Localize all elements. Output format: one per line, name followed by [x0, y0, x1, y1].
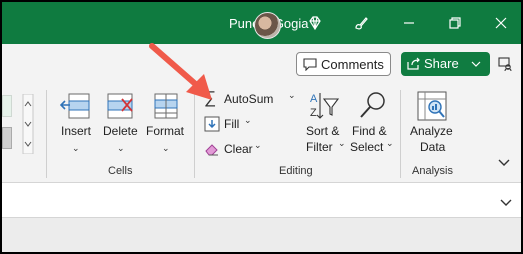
analyze-label-line2: Data	[420, 140, 446, 154]
worksheet-area[interactable]	[2, 218, 521, 252]
fill-icon	[204, 116, 220, 132]
analyze-data-icon	[417, 91, 447, 121]
insert-label: Insert	[61, 124, 92, 138]
clear-caret: ⌄	[254, 140, 262, 150]
collapse-ribbon-icon[interactable]	[498, 159, 510, 167]
comments-label: Comments	[321, 57, 384, 72]
sort-filter-button[interactable]: A Z Sort & Filter ⌄	[302, 88, 346, 160]
brush-icon[interactable]	[353, 15, 369, 31]
sort-filter-icon: A Z	[310, 93, 340, 119]
formula-bar[interactable]	[2, 191, 521, 218]
comments-button[interactable]: Comments	[296, 52, 391, 76]
insert-button[interactable]: Insert ⌄	[56, 88, 96, 158]
close-icon[interactable]	[493, 15, 509, 31]
eraser-icon	[205, 144, 218, 156]
group-separator	[46, 90, 47, 178]
fill-button[interactable]: Fill ⌄	[202, 114, 262, 134]
share-dropdown-icon[interactable]	[471, 61, 481, 67]
title-bar: Puneet Gogia	[2, 2, 521, 44]
find-caret: ⌄	[386, 138, 394, 148]
delete-icon	[107, 93, 133, 119]
share-button[interactable]: Share	[401, 52, 490, 76]
sort-label-line2: Filter	[306, 140, 333, 154]
diamond-icon[interactable]	[307, 15, 323, 31]
format-label: Format	[146, 124, 185, 138]
insert-icon	[60, 93, 90, 119]
styles-gallery-item[interactable]	[2, 95, 12, 117]
group-separator	[400, 90, 401, 178]
annotation-arrow	[149, 43, 212, 100]
excel-window: Puneet Gogia Comments Share Insert ⌄ Del…	[2, 2, 521, 252]
analyze-data-button[interactable]: Analyze Data	[406, 88, 458, 156]
minimize-icon[interactable]	[401, 15, 417, 31]
svg-text:Z: Z	[310, 107, 317, 119]
delete-button[interactable]: Delete ⌄	[101, 88, 141, 158]
svg-text:A: A	[310, 93, 318, 105]
delete-label: Delete	[103, 124, 138, 138]
sort-caret: ⌄	[338, 138, 346, 148]
clear-button[interactable]: Clear ⌄	[202, 139, 272, 159]
analyze-label-line1: Analyze	[410, 124, 453, 138]
styles-gallery-item[interactable]	[2, 127, 12, 149]
fill-caret: ⌄	[244, 115, 252, 125]
search-icon	[360, 92, 385, 118]
comment-icon	[303, 58, 317, 71]
insert-caret: ⌄	[72, 143, 80, 153]
cells-group-label: Cells	[108, 165, 133, 177]
restore-icon[interactable]	[447, 15, 463, 31]
format-caret: ⌄	[162, 143, 170, 153]
autosum-caret[interactable]: ⌄	[288, 90, 296, 101]
find-label-line1: Find &	[352, 124, 387, 138]
find-select-button[interactable]: Find & Select ⌄	[348, 88, 394, 160]
analysis-group-label: Analysis	[412, 165, 453, 177]
find-label-line2: Select	[350, 140, 384, 154]
pane-icon[interactable]	[497, 56, 513, 72]
editing-group-label: Editing	[279, 165, 313, 177]
clear-label: Clear	[224, 142, 253, 156]
avatar[interactable]	[254, 12, 281, 39]
fill-label: Fill	[224, 117, 240, 131]
delete-caret: ⌄	[117, 143, 125, 153]
sort-label-line1: Sort &	[306, 124, 340, 138]
autosum-label: AutoSum	[224, 92, 274, 106]
share-icon	[407, 57, 420, 70]
expand-formula-bar-icon[interactable]	[500, 199, 512, 207]
gallery-scroll-icon[interactable]	[22, 94, 34, 154]
share-label: Share	[424, 56, 459, 71]
